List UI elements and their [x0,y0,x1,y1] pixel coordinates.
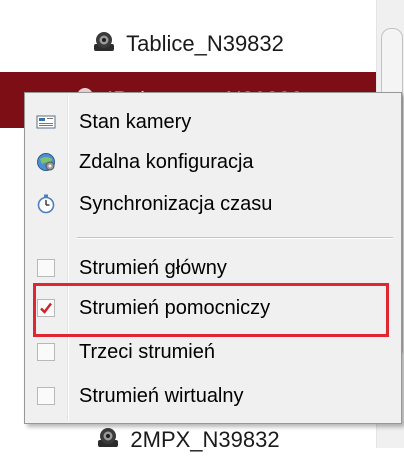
checkbox-unchecked-icon [37,259,55,277]
menu-item-label: Trzeci strumień [79,340,215,363]
menu-item-camera-status[interactable]: Stan kamery [29,103,395,141]
camera-name: 2MPX_N39832 [130,427,280,452]
checkbox-unchecked-icon [37,387,55,405]
menu-item-label: Strumień główny [79,256,227,279]
menu-item-label: Zdalna konfiguracja [79,150,254,173]
checkbox-slot [29,377,63,415]
time-sync-icon [29,185,63,223]
menu-separator [77,237,393,239]
remote-config-icon [29,143,63,181]
menu-item-label: Strumień wirtualny [79,384,244,407]
checkbox-slot [29,333,63,371]
menu-item-virtual-stream[interactable]: Strumień wirtualny [29,377,395,415]
camera-name: Tablice_N39832 [126,31,284,56]
menu-item-label: Stan kamery [79,110,192,133]
menu-item-time-sync[interactable]: Synchronizacja czasu [29,185,395,223]
camera-icon [96,426,120,454]
menu-item-label: Synchronizacja czasu [79,192,273,215]
camera-status-icon [29,103,63,141]
menu-item-third-stream[interactable]: Trzeci strumień [29,333,395,371]
menu-item-main-stream[interactable]: Strumień główny [29,249,395,287]
highlight-box [33,283,389,337]
checkbox-unchecked-icon [37,343,55,361]
camera-icon [92,30,116,58]
context-menu: Stan kamery Zdalna konfiguracja Synchron… [24,92,402,424]
checkbox-slot [29,249,63,287]
camera-list-item[interactable]: Tablice_N39832 [0,16,376,72]
menu-item-remote-config[interactable]: Zdalna konfiguracja [29,143,395,181]
